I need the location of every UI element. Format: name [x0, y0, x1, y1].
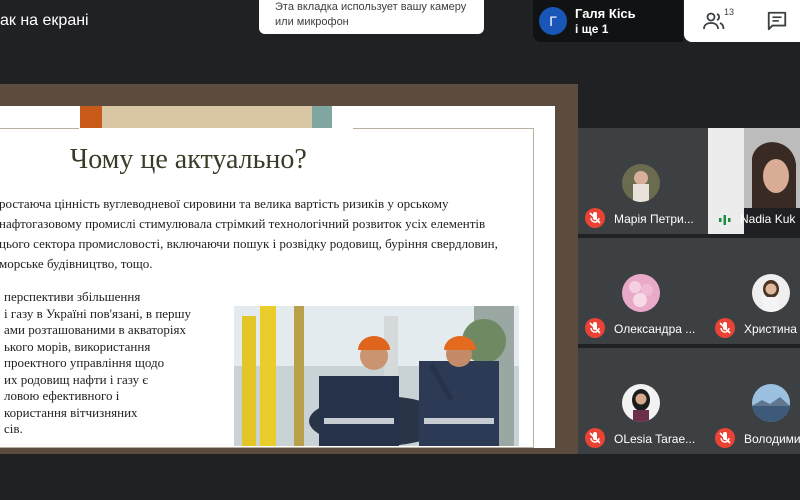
accent-orange-block [80, 106, 102, 128]
top-bar: ак на екрані Эта вкладка использует вашу… [0, 0, 800, 44]
slide-line: их родовищ нафти і газу є [4, 371, 148, 387]
people-count: 13 [724, 7, 735, 17]
speaker-more: і ще 1 [575, 22, 609, 36]
people-button[interactable]: 13 [702, 7, 735, 35]
mic-off-icon [715, 428, 735, 448]
chat-icon [767, 11, 787, 31]
slide-line: ловою ефективного і [4, 388, 120, 403]
active-speaker-chip[interactable]: Г Галя Кісь і ще 1 [533, 0, 683, 42]
slide-line: ького морів, використання [4, 338, 151, 354]
mic-off-icon [585, 208, 605, 228]
accent-teal-block [312, 106, 332, 128]
accent-beige-block [102, 106, 312, 128]
participant-tile[interactable]: Христина [708, 238, 800, 344]
participant-grid: Марія Петри... Nadia Kuk Олександра ... [578, 128, 800, 458]
participant-name: Володими [744, 432, 800, 446]
speaker-name: Галя Кісь [575, 6, 636, 21]
slide-title: Чому це актуально? [70, 144, 307, 175]
slide-line: ами розташованими в акваторіях [4, 322, 187, 337]
participant-name: Олександра ... [614, 322, 696, 336]
slide-line: користання вітчизняних [4, 404, 138, 420]
speaker-avatar: Г [539, 7, 567, 35]
workers-photo [234, 306, 519, 446]
slide-line: сів. [4, 421, 23, 436]
avatar [752, 274, 790, 312]
slide-line: перспективи збільшення [4, 289, 141, 304]
frame-gap [79, 128, 353, 131]
mic-off-icon [715, 318, 735, 338]
participant-tile[interactable]: Марія Петри... [578, 128, 708, 234]
participant-name: Христина [744, 322, 797, 336]
avatar [622, 384, 660, 422]
avatar [622, 164, 660, 202]
speaking-indicator-icon [718, 213, 732, 225]
participant-name: Nadia Kuk [740, 212, 796, 226]
people-icon [703, 12, 725, 30]
avatar [752, 384, 790, 422]
participant-tile[interactable]: Володими [708, 348, 800, 454]
avatar [622, 274, 660, 312]
slide-paragraph-1: ростаюча цінність вуглеводневої сировини… [0, 196, 498, 271]
participant-tile[interactable]: OLesia Tarae... [578, 348, 708, 454]
participant-name: OLesia Tarae... [614, 432, 696, 446]
slide-line: і газу в Україні пов'язані, в першу [4, 305, 192, 321]
participant-name: Марія Петри... [614, 212, 694, 226]
camera-usage-toast: Эта вкладка использует вашу камеру или м… [259, 0, 484, 34]
presentation-label: ак на екрані [0, 12, 89, 29]
participant-tile-video[interactable]: Nadia Kuk [708, 128, 800, 234]
shared-screen: Чому це актуально? ростаюча цінність вуг… [0, 84, 578, 454]
participant-tile[interactable]: Олександра ... [578, 238, 708, 344]
mic-off-icon [585, 318, 605, 338]
mic-off-icon [585, 428, 605, 448]
toast-text: Эта вкладка использует вашу камеру или м… [275, 1, 467, 28]
slide-paragraph-2: перспективи збільшення і газу в Україні … [4, 289, 232, 438]
chat-button[interactable] [766, 10, 788, 32]
slide-line: проектного управління щодо [4, 355, 165, 370]
top-controls: 13 [684, 0, 800, 42]
slide: Чому це актуально? ростаюча цінність вуг… [0, 106, 555, 448]
